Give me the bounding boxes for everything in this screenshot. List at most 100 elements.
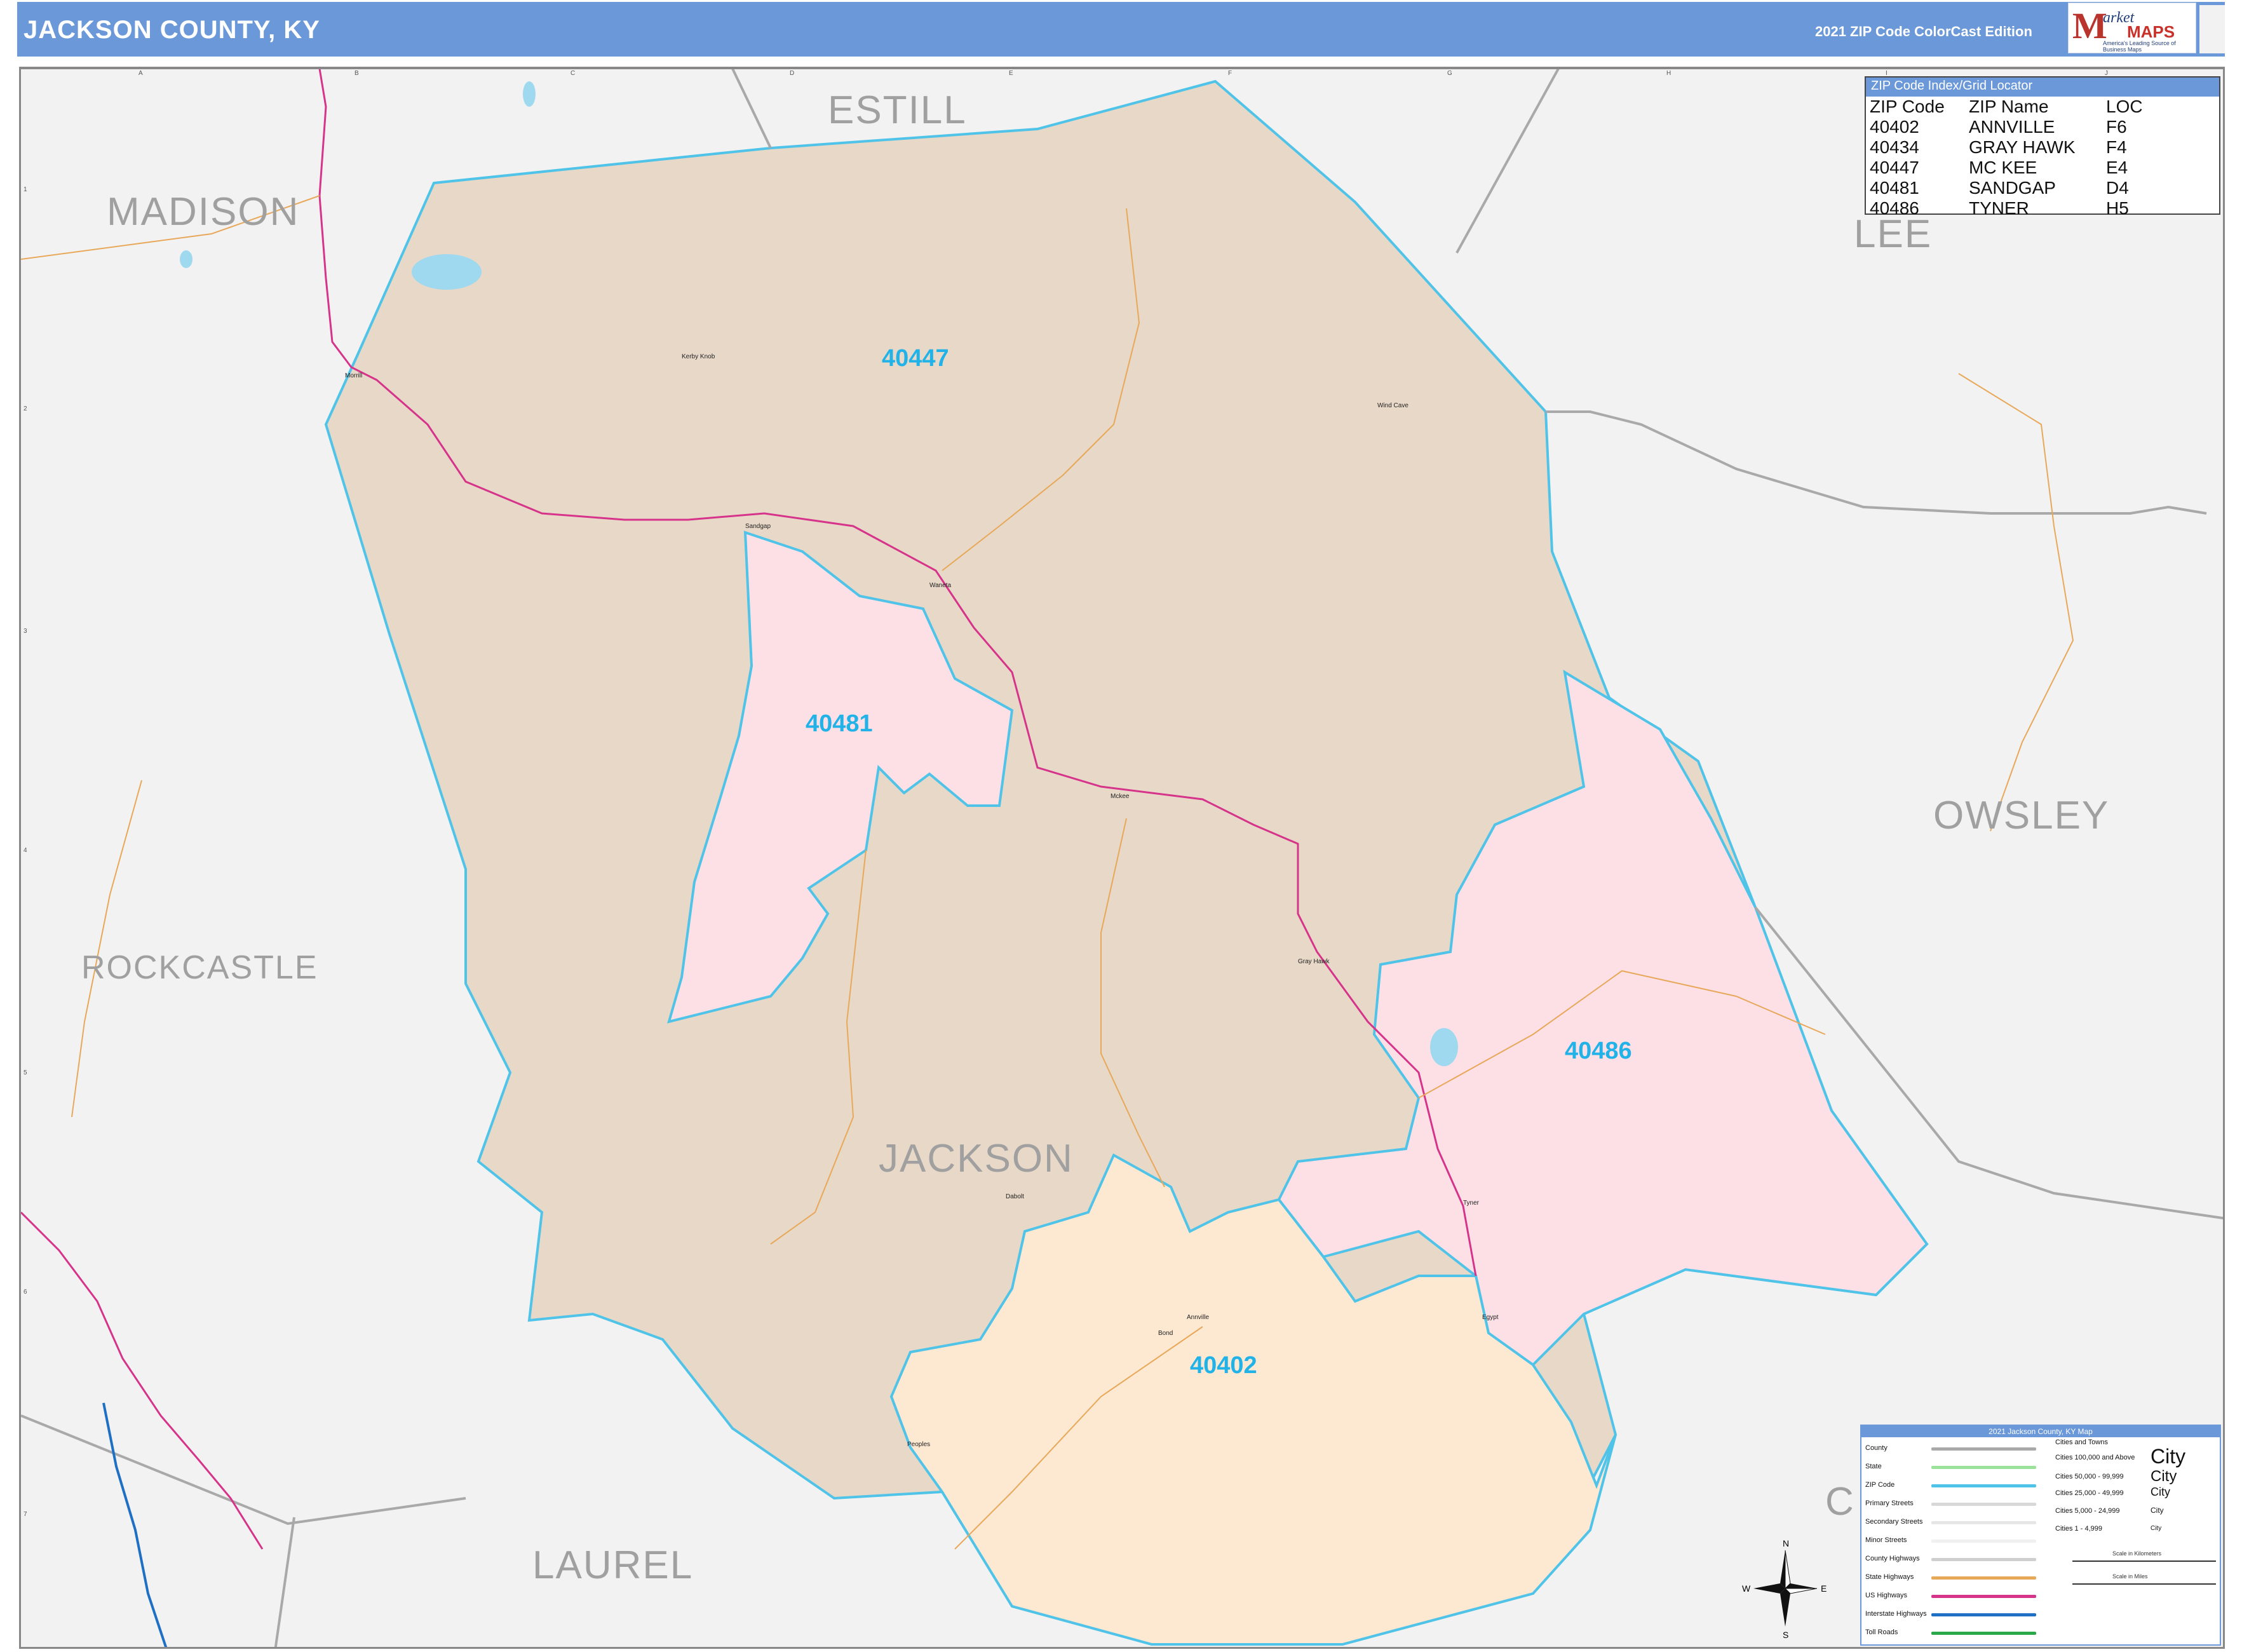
legend-city-sample: City bbox=[2151, 1486, 2170, 1498]
place-mckee: Mckee bbox=[1111, 793, 1130, 800]
legend-row-interstate: Interstate Highways bbox=[1865, 1606, 1927, 1622]
zip-index-col-name: ZIP Name bbox=[1969, 97, 2049, 116]
zip-index-cell: D4 bbox=[2106, 178, 2129, 198]
legend-city-row: Cities 5,000 - 24,999 bbox=[2055, 1507, 2120, 1515]
legend-swatch-us-hwy bbox=[1931, 1595, 2036, 1598]
legend-label: Toll Roads bbox=[1865, 1628, 1898, 1636]
legend-label: Primary Streets bbox=[1865, 1500, 1914, 1507]
legend-row-zip: ZIP Code bbox=[1865, 1477, 1894, 1493]
legend-city-row: Cities 100,000 and Above bbox=[2055, 1454, 2135, 1461]
legend-row-minor: Minor Streets bbox=[1865, 1532, 1907, 1548]
zip-index-cell: SANDGAP bbox=[1969, 178, 2056, 198]
place-gray-hawk: Gray Hawk bbox=[1298, 958, 1330, 965]
legend-city-row: Cities 25,000 - 49,999 bbox=[2055, 1489, 2124, 1497]
scale-mi-label: Scale in Miles bbox=[2112, 1573, 2148, 1580]
grid-row-1: 1 bbox=[24, 186, 27, 193]
legend-cities-title: Cities and Towns bbox=[2055, 1439, 2108, 1446]
zip-index-box: ZIP Code Index/Grid Locator ZIP Code ZIP… bbox=[1865, 76, 2220, 218]
compass-rose-icon: N S W E bbox=[1742, 1538, 1827, 1639]
grid-col-a: A bbox=[138, 70, 143, 77]
logo-tagline: America's Leading Source of Business Map… bbox=[2103, 40, 2176, 53]
county-label-clay: C bbox=[1825, 1480, 1855, 1524]
legend-label: Secondary Streets bbox=[1865, 1518, 1923, 1526]
zip-index-cell: 40434 bbox=[1870, 137, 1919, 157]
zip-index-cell: 40447 bbox=[1870, 158, 1919, 177]
marketmaps-logo: M arket MAPS America's Leading Source of… bbox=[2068, 3, 2196, 53]
zip-index-header-row: ZIP Code ZIP Name LOC bbox=[1870, 97, 2147, 117]
zip-index-row: 40434 GRAY HAWK F4 bbox=[1870, 137, 2147, 158]
county-label-laurel: LAUREL bbox=[532, 1543, 694, 1587]
map-header: JACKSON COUNTY, KY 2021 ZIP Code ColorCa… bbox=[17, 2, 2225, 57]
county-label-rockcastle: ROCKCASTLE bbox=[81, 949, 318, 986]
legend-swatch-state-hwy bbox=[1931, 1576, 2036, 1580]
grid-row-2: 2 bbox=[24, 405, 27, 412]
place-annville: Annville bbox=[1187, 1314, 1210, 1321]
zip-index-row: 40486 TYNER H5 bbox=[1870, 198, 2147, 219]
scale-bar-mi bbox=[2072, 1583, 2216, 1585]
grid-row-3: 3 bbox=[24, 628, 27, 635]
legend-swatch-county-hwy bbox=[1931, 1558, 2036, 1561]
contact-block bbox=[2199, 5, 2225, 53]
logo-word-2: MAPS bbox=[2127, 22, 2175, 41]
zip-index-cell: TYNER bbox=[1969, 198, 2029, 218]
grid-col-f: F bbox=[1228, 70, 1232, 77]
legend-swatch-state bbox=[1931, 1466, 2036, 1469]
legend-city-sample: City bbox=[2151, 1468, 2177, 1485]
legend-city-sample: City bbox=[2151, 1506, 2164, 1515]
legend-label: Interstate Highways bbox=[1865, 1610, 1927, 1618]
place-egypt: Egypt bbox=[1482, 1314, 1499, 1321]
county-label-owsley: OWSLEY bbox=[1933, 794, 2110, 837]
zip-index-row: 40481 SANDGAP D4 bbox=[1870, 178, 2147, 198]
zip-index-cell: F4 bbox=[2106, 137, 2127, 157]
map-legend: 2021 Jackson County, KY Map County State… bbox=[1860, 1425, 2221, 1646]
zip-index-col-zip: ZIP Code bbox=[1870, 97, 1945, 116]
legend-label: ZIP Code bbox=[1865, 1481, 1895, 1489]
county-label-madison: MADISON bbox=[107, 190, 300, 234]
legend-label: County bbox=[1865, 1444, 1887, 1452]
legend-row-county: County bbox=[1865, 1440, 1887, 1456]
place-dabolt: Dabolt bbox=[1006, 1193, 1024, 1200]
compass-e: E bbox=[1821, 1583, 1827, 1594]
place-morrill: Morrill bbox=[345, 372, 363, 379]
interstate-highway bbox=[102, 1402, 168, 1647]
zip-index-cell: GRAY HAWK bbox=[1969, 137, 2076, 157]
legend-label: County Highways bbox=[1865, 1555, 1920, 1562]
zip-index-cell: 40486 bbox=[1870, 198, 1919, 218]
legend-row-state-hwy: State Highways bbox=[1865, 1569, 1914, 1585]
legend-swatch-primary bbox=[1931, 1503, 2036, 1506]
place-bond: Bond bbox=[1158, 1330, 1173, 1337]
map-canvas bbox=[21, 69, 2223, 1647]
grid-col-c: C bbox=[571, 70, 576, 77]
compass-s: S bbox=[1783, 1630, 1788, 1639]
legend-swatch-minor bbox=[1931, 1540, 2036, 1543]
zip-index-table: ZIP Code ZIP Name LOC 40402 ANNVILLE F6 … bbox=[1870, 97, 2147, 219]
legend-city-row: Cities 1 - 4,999 bbox=[2055, 1525, 2102, 1533]
zip-label-40447: 40447 bbox=[882, 345, 949, 372]
zip-index-row: 40447 MC KEE E4 bbox=[1870, 158, 2147, 178]
legend-swatch-secondary bbox=[1931, 1521, 2036, 1524]
logo-initial: M bbox=[2072, 5, 2107, 46]
compass-n: N bbox=[1783, 1538, 1789, 1548]
legend-row-county-hwy: County Highways bbox=[1865, 1550, 1920, 1567]
zip-index-cell: 40481 bbox=[1870, 178, 1919, 198]
place-kerby-knob: Kerby Knob bbox=[682, 353, 715, 360]
place-sandgap: Sandgap bbox=[745, 523, 771, 530]
legend-row-secondary: Secondary Streets bbox=[1865, 1513, 1923, 1530]
zip-index-cell: E4 bbox=[2106, 158, 2128, 177]
legend-city-sample: City bbox=[2151, 1525, 2162, 1532]
zip-index-cell: MC KEE bbox=[1969, 158, 2037, 177]
grid-row-4: 4 bbox=[24, 847, 27, 854]
legend-swatch-zip bbox=[1931, 1484, 2036, 1487]
compass-w: W bbox=[1742, 1583, 1751, 1594]
legend-swatch-county bbox=[1931, 1447, 2036, 1451]
grid-col-d: D bbox=[790, 70, 795, 77]
legend-swatch-interstate bbox=[1931, 1613, 2036, 1616]
legend-row-state: State bbox=[1865, 1458, 1882, 1475]
zip-label-40402: 40402 bbox=[1190, 1352, 1257, 1379]
legend-city-sample: City bbox=[2151, 1445, 2186, 1468]
scale-km-label: Scale in Kilometers bbox=[2112, 1550, 2162, 1557]
zip-label-40486: 40486 bbox=[1565, 1038, 1632, 1064]
map-title: JACKSON COUNTY, KY bbox=[24, 16, 320, 44]
county-label-jackson: JACKSON bbox=[879, 1137, 1074, 1181]
legend-row-primary: Primary Streets bbox=[1865, 1495, 1914, 1512]
